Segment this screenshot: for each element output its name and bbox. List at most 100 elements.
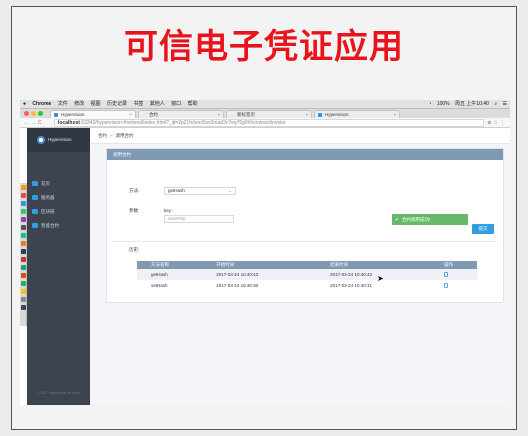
dock-app-icon[interactable] [21,225,26,230]
menu-bookmarks[interactable]: 书签 [133,101,143,107]
dock-app-icon[interactable] [21,257,26,262]
dock-app-icon[interactable] [21,185,26,190]
dock-app-icon[interactable] [21,281,26,286]
key-label: key : [164,208,174,213]
dock-app-icon[interactable] [21,289,26,294]
dock-app-icon[interactable] [21,297,26,302]
end-time-cell: 2017-03-24 10:40:31 [330,283,372,288]
toast-message: 合约调用成功! [402,217,431,222]
window-close-icon[interactable] [24,111,29,116]
sidebar-item-home[interactable]: 首页 [27,178,90,189]
menu-people[interactable]: 其他人 [150,101,165,107]
table-header-row: 方法名称 开始时间 结束时间 操作 [137,261,477,269]
screenshot: ● Chrome 文件 修改 视图 历史记录 书签 其他人 窗口 帮助 ◔ 10… [20,100,510,405]
tab-hypervision[interactable]: Hypervision × [50,110,136,118]
menu-help[interactable]: 帮助 [188,101,198,107]
document-icon[interactable] [444,272,449,278]
dock-app-icon[interactable] [21,193,26,198]
menu-icon[interactable]: ☰ [503,101,507,107]
sidebar-menu: 首页 服务器 区块链 智能合约 [27,178,90,234]
menu-window[interactable]: 窗口 [171,101,181,107]
history-table: 方法名称 开始时间 结束时间 操作 getHash 2017-03-24 10:… [137,261,477,291]
main-content: 合约» 调用合约 调用合约 方法: getHash ⌄ 参数: key : Use… [90,128,510,405]
method-select[interactable]: getHash ⌄ [164,187,236,195]
favicon-icon [318,113,322,117]
dock-app-icon[interactable] [21,273,26,278]
dock-app-icon[interactable] [21,249,26,254]
dock-app-icon[interactable] [21,233,26,238]
column-header: 操作 [430,261,477,269]
tab-new[interactable]: 新标签页 × [226,110,312,118]
sidebar-item-servers[interactable]: 服务器 [27,192,90,203]
sidebar-footer: © 2017 Hyperchain all rights [36,391,81,395]
tab-label: Hypervision [325,112,349,117]
dock-app-icon[interactable] [21,265,26,270]
breadcrumb-separator: » [110,133,113,138]
dock-app-icon[interactable] [21,209,26,214]
menu-file[interactable]: 文件 [58,101,68,107]
sidebar-item-label: 首页 [41,181,50,186]
home-icon [32,181,38,186]
close-icon[interactable]: × [305,111,308,118]
url-host: localhost [58,120,80,126]
column-header: 开始时间 [202,261,317,269]
favicon-icon [54,113,58,117]
start-time-cell: 2017-03-24 10:40:43 [202,269,317,280]
search-icon[interactable]: ⌕ [494,101,497,107]
tab-label: Hypervision [61,112,85,117]
method-cell: setHash [151,283,168,288]
params-label: 参数: [129,208,140,213]
tab-contract[interactable]: 合约 × [138,110,224,118]
dock-app-icon[interactable] [21,305,26,310]
menu-chrome[interactable]: Chrome [32,101,51,107]
key-input[interactable]: UserPay [164,215,234,223]
method-label: 方法: [129,188,140,193]
check-icon: ✔ [395,217,399,222]
battery-level[interactable]: 100% [437,101,450,107]
tab-strip: Hypervision × 合约 × 新标签页 × Hypervision × [20,109,510,118]
address-bar: ←→C localhost:63342/hypervision-frontend… [20,118,510,128]
sidebar-item-label: 区块链 [41,209,55,214]
breadcrumb-contract[interactable]: 合约 [98,133,107,138]
kebab-icon[interactable]: ⋮ [500,120,507,126]
wifi-icon[interactable]: ◔ [428,101,431,107]
table-row: setHash 2017-03-24 10:40:30 2017-03-24 1… [137,280,477,291]
clock[interactable]: 周五 上午10:40 [455,101,489,107]
close-icon[interactable]: × [217,111,220,118]
dock-app-icon[interactable] [21,241,26,246]
chevron-down-icon: ⌄ [228,188,232,193]
mouse-cursor-icon: ➤ [377,274,384,283]
sidebar-item-blockchain[interactable]: 区块链 [27,206,90,217]
method-value: getHash [168,188,185,193]
reload-icon[interactable]: C [38,120,44,126]
dock-app-icon[interactable] [21,201,26,206]
forward-icon[interactable]: → [31,120,38,126]
window-zoom-icon[interactable] [38,111,43,116]
close-icon[interactable]: × [129,111,132,118]
brand-name: Hypervision [48,137,72,142]
success-toast[interactable]: ✔ 合约调用成功! [392,214,468,225]
apple-icon[interactable]: ● [23,101,26,107]
menu-edit[interactable]: 修改 [74,101,84,107]
sidebar-item-label: 智能合约 [41,223,59,228]
breadcrumb: 合约» 调用合约 [90,128,510,144]
invoke-panel: 调用合约 方法: getHash ⌄ 参数: key : UserPay 提交 … [106,148,504,303]
slide-title: 可信电子凭证应用 [124,27,404,67]
column-header: 结束时间 [316,261,431,269]
sidebar-item-smart-contracts[interactable]: 智能合约 [27,220,90,231]
dock-app-icon[interactable] [21,217,26,222]
menu-history[interactable]: 历史记录 [107,101,127,107]
tab-hypervision-2[interactable]: Hypervision × [314,110,400,118]
action-cell [430,280,477,291]
sidebar-header: Hypervision [27,128,90,152]
contract-icon [32,223,38,228]
method-cell: getHash [137,269,203,280]
hypervision-logo-icon[interactable] [37,136,45,144]
document-icon[interactable] [444,283,449,289]
url-input[interactable]: localhost:63342/hypervision-frontend/ind… [54,119,484,127]
submit-button[interactable]: 提交 [472,224,494,234]
back-icon[interactable]: ← [24,120,31,126]
window-minimize-icon[interactable] [31,111,36,116]
menu-view[interactable]: 视图 [91,101,101,107]
close-icon[interactable]: × [393,111,396,118]
